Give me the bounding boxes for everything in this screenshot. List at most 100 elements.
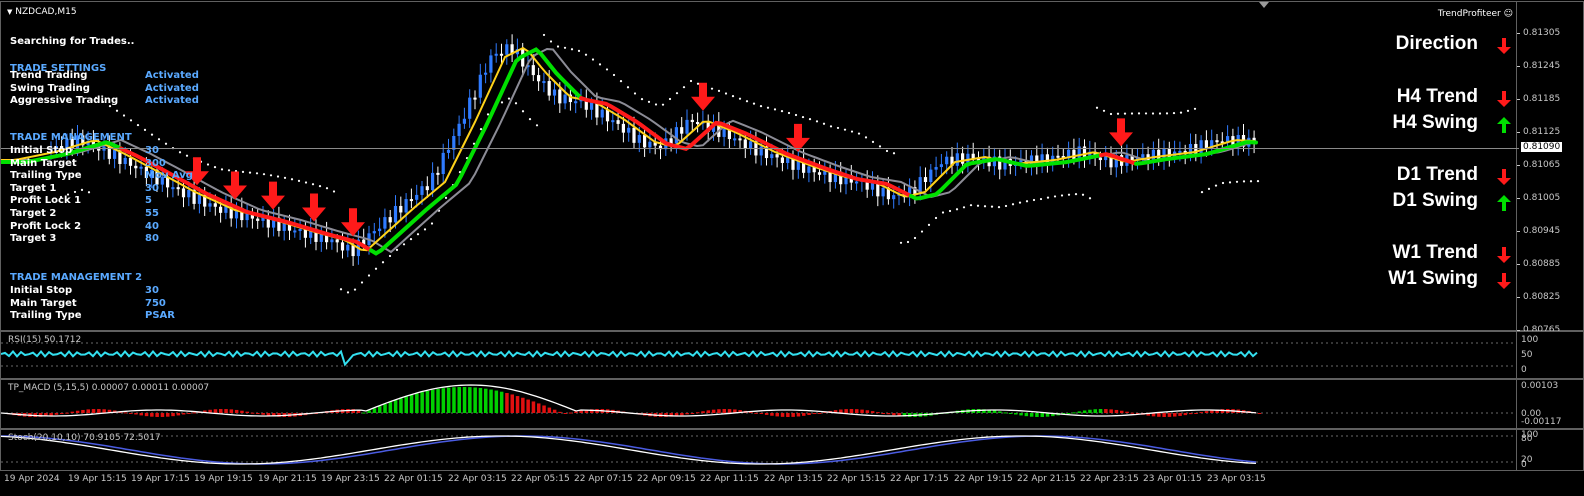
- macd-bar: [574, 411, 578, 413]
- psar-dot: [479, 128, 483, 131]
- psar-dot: [332, 190, 336, 193]
- macd-bar: [802, 413, 806, 416]
- signal-label: W1 Trend: [1392, 242, 1478, 263]
- candle-body: [574, 101, 578, 104]
- macd-scale: 0.00103 0.00 -0.00117: [1516, 380, 1583, 428]
- psar-dot: [913, 236, 917, 240]
- psar-dot: [381, 261, 385, 264]
- macd-pane[interactable]: TP_MACD (5,15,5) 0.00007 0.00011 0.00007…: [0, 379, 1584, 429]
- time-axis-label: 19 Apr 15:15: [68, 474, 127, 484]
- psar-dot: [1053, 195, 1057, 198]
- macd-bar: [521, 397, 525, 413]
- macd-bar: [1019, 413, 1023, 416]
- psar-dot: [353, 288, 357, 291]
- psar-dot: [724, 92, 728, 95]
- time-axis-label: 23 Apr 03:15: [1207, 474, 1266, 484]
- macd-bar: [1014, 413, 1018, 415]
- trade-setting-label: Swing Trading: [10, 82, 90, 94]
- rsi-pane[interactable]: RSI(15) 50.1712 100 50 0: [0, 331, 1584, 379]
- price-chart-canvas[interactable]: [1, 2, 1519, 330]
- psar-dot: [591, 58, 595, 61]
- macd-bar: [558, 411, 562, 413]
- stoch-pane[interactable]: Stoch(20,10,10) 70.9105 72.5017 100 80 2…: [0, 429, 1584, 471]
- macd-bar: [791, 413, 795, 417]
- macd-bar: [1024, 413, 1029, 417]
- macd-bar: [75, 410, 80, 413]
- psar-dot: [304, 181, 308, 184]
- arrow-down-icon: [1496, 272, 1520, 296]
- macd-bar: [886, 413, 891, 415]
- candle-body: [743, 139, 747, 149]
- price-scale-tick: [1517, 165, 1520, 166]
- macd-bar: [1120, 410, 1124, 413]
- psar-dot: [73, 190, 77, 194]
- psar-dot: [556, 45, 560, 48]
- psar-dot: [766, 106, 770, 109]
- candle-body: [600, 109, 604, 118]
- time-axis-label: 22 Apr 03:15: [448, 474, 507, 484]
- candle-body: [219, 206, 223, 213]
- trade-management-label: Profit Lock 2: [10, 220, 82, 232]
- chevron-down-icon[interactable]: ▼: [7, 8, 12, 16]
- trade-management-value: 30: [145, 145, 159, 156]
- time-axis-label: 19 Apr 17:15: [131, 474, 190, 484]
- macd-bar: [998, 411, 1002, 413]
- candle-body: [807, 166, 811, 173]
- time-axis-label: 19 Apr 23:15: [321, 474, 380, 484]
- trade-management-2-label: Initial Stop: [10, 285, 73, 296]
- time-axis-label: 22 Apr 21:15: [1017, 474, 1076, 484]
- psar-dot: [297, 179, 301, 182]
- macd-bar: [213, 409, 218, 413]
- smiley-icon: ☺: [1503, 9, 1513, 19]
- candle-body: [208, 203, 212, 207]
- candle-body: [484, 72, 488, 75]
- candle-body: [134, 165, 138, 169]
- trade-management-value: 300: [145, 157, 166, 169]
- price-scale: 0.81305 0.81245 0.81185 0.81125 0.81065 0.810…: [1516, 2, 1583, 335]
- psar-dot: [395, 248, 399, 252]
- psar-dot: [1046, 196, 1050, 199]
- macd-bar: [579, 410, 583, 413]
- candle-body: [340, 242, 345, 251]
- macd-bar: [97, 409, 101, 413]
- macd-bar: [155, 413, 159, 417]
- macd-bar: [754, 412, 758, 414]
- psar-dot: [1018, 201, 1022, 204]
- macd-bar: [865, 410, 870, 413]
- psar-dot: [507, 97, 511, 100]
- psar-dot: [689, 79, 693, 83]
- macd-bar: [1188, 413, 1193, 415]
- macd-bar: [860, 409, 864, 413]
- sell-arrow-icon: [1109, 118, 1133, 147]
- macd-bar: [542, 405, 546, 413]
- macd-bar: [139, 413, 143, 416]
- psar-dot: [619, 79, 623, 83]
- candle-body: [388, 217, 392, 223]
- psar-dot: [486, 113, 490, 116]
- price-chart-pane[interactable]: 0.81305 0.81245 0.81185 0.81125 0.81065 0.810…: [0, 1, 1584, 335]
- candle-body: [181, 188, 186, 198]
- psar-dot: [262, 173, 266, 176]
- scroll-marker-icon[interactable]: [1259, 2, 1269, 8]
- psar-dot: [563, 46, 567, 49]
- macd-bar: [261, 413, 265, 415]
- trade-management-value: Mov Avg: [145, 170, 193, 182]
- macd-bar: [420, 392, 424, 413]
- macd-bar: [537, 403, 541, 413]
- psar-dot: [311, 183, 315, 186]
- candle-body: [955, 153, 959, 166]
- macd-bar: [1035, 413, 1039, 417]
- macd-bar: [568, 412, 573, 414]
- psar-dot: [850, 130, 854, 133]
- macd-bar: [775, 413, 779, 417]
- candle-body: [817, 172, 822, 175]
- macd-bar: [404, 396, 408, 413]
- psar-dot: [528, 118, 532, 121]
- macd-bar: [876, 412, 880, 414]
- psar-dot: [339, 288, 343, 291]
- psar-dot: [906, 240, 910, 244]
- psar-dot: [388, 254, 392, 258]
- current-price-line: [1, 148, 1519, 149]
- indicator-badge: TrendProfiteer ☺: [1438, 9, 1513, 19]
- sell-arrow-icon: [691, 82, 715, 111]
